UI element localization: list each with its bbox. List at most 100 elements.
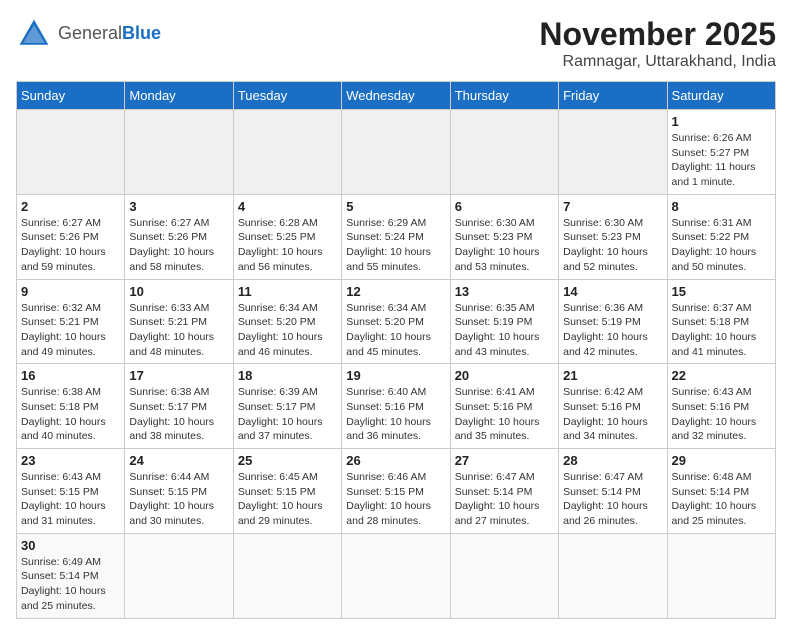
day-info: Sunrise: 6:34 AM Sunset: 5:20 PM Dayligh… <box>238 301 337 360</box>
logo-general: General <box>58 23 122 43</box>
day-number: 14 <box>563 284 662 299</box>
calendar-cell: 10 Sunrise: 6:33 AM Sunset: 5:21 PM Dayli… <box>125 279 233 364</box>
calendar-cell: 22 Sunrise: 6:43 AM Sunset: 5:16 PM Dayli… <box>667 364 775 449</box>
calendar-cell: 8 Sunrise: 6:31 AM Sunset: 5:22 PM Daylig… <box>667 194 775 279</box>
day-info: Sunrise: 6:31 AM Sunset: 5:22 PM Dayligh… <box>672 216 771 275</box>
calendar-cell <box>233 110 341 195</box>
calendar-cell: 11 Sunrise: 6:34 AM Sunset: 5:20 PM Dayli… <box>233 279 341 364</box>
title-area: November 2025 Ramnagar, Uttarakhand, Ind… <box>539 16 776 71</box>
calendar-cell: 5Sunrise: 6:29 AM Sunset: 5:24 PM Daylig… <box>342 194 450 279</box>
calendar-row-4: 23 Sunrise: 6:43 AM Sunset: 5:15 PM Dayli… <box>17 449 776 534</box>
day-number: 3 <box>129 199 228 214</box>
calendar-table: SundayMondayTuesdayWednesdayThursdayFrid… <box>16 81 776 619</box>
day-info: Sunrise: 6:30 AM Sunset: 5:23 PM Dayligh… <box>455 216 554 275</box>
calendar-cell <box>342 110 450 195</box>
day-number: 10 <box>129 284 228 299</box>
calendar-cell: 27Sunrise: 6:47 AM Sunset: 5:14 PM Dayli… <box>450 449 558 534</box>
calendar-cell <box>17 110 125 195</box>
day-info: Sunrise: 6:43 AM Sunset: 5:16 PM Dayligh… <box>672 385 771 444</box>
weekday-header-wednesday: Wednesday <box>342 82 450 110</box>
day-info: Sunrise: 6:30 AM Sunset: 5:23 PM Dayligh… <box>563 216 662 275</box>
weekday-header-friday: Friday <box>559 82 667 110</box>
day-info: Sunrise: 6:38 AM Sunset: 5:17 PM Dayligh… <box>129 385 228 444</box>
day-info: Sunrise: 6:39 AM Sunset: 5:17 PM Dayligh… <box>238 385 337 444</box>
day-number: 22 <box>672 368 771 383</box>
header: GeneralBlue November 2025 Ramnagar, Utta… <box>16 16 776 71</box>
day-number: 8 <box>672 199 771 214</box>
calendar-cell <box>233 533 341 618</box>
day-number: 28 <box>563 453 662 468</box>
calendar-cell: 1Sunrise: 6:26 AM Sunset: 5:27 PM Daylig… <box>667 110 775 195</box>
calendar-cell: 3 Sunrise: 6:27 AM Sunset: 5:26 PM Daylig… <box>125 194 233 279</box>
calendar-cell: 17 Sunrise: 6:38 AM Sunset: 5:17 PM Dayli… <box>125 364 233 449</box>
calendar-cell: 23 Sunrise: 6:43 AM Sunset: 5:15 PM Dayli… <box>17 449 125 534</box>
day-number: 9 <box>21 284 120 299</box>
calendar-cell: 13Sunrise: 6:35 AM Sunset: 5:19 PM Dayli… <box>450 279 558 364</box>
calendar-row-2: 9 Sunrise: 6:32 AM Sunset: 5:21 PM Daylig… <box>17 279 776 364</box>
calendar-cell: 25 Sunrise: 6:45 AM Sunset: 5:15 PM Dayli… <box>233 449 341 534</box>
day-info: Sunrise: 6:41 AM Sunset: 5:16 PM Dayligh… <box>455 385 554 444</box>
calendar-cell: 14 Sunrise: 6:36 AM Sunset: 5:19 PM Dayli… <box>559 279 667 364</box>
day-info: Sunrise: 6:36 AM Sunset: 5:19 PM Dayligh… <box>563 301 662 360</box>
day-info: Sunrise: 6:38 AM Sunset: 5:18 PM Dayligh… <box>21 385 120 444</box>
day-number: 26 <box>346 453 445 468</box>
day-info: Sunrise: 6:48 AM Sunset: 5:14 PM Dayligh… <box>672 470 771 529</box>
day-info: Sunrise: 6:40 AM Sunset: 5:16 PM Dayligh… <box>346 385 445 444</box>
calendar-cell: 28 Sunrise: 6:47 AM Sunset: 5:14 PM Dayli… <box>559 449 667 534</box>
calendar-cell <box>559 533 667 618</box>
calendar-cell: 7 Sunrise: 6:30 AM Sunset: 5:23 PM Daylig… <box>559 194 667 279</box>
calendar-cell <box>559 110 667 195</box>
calendar-cell <box>342 533 450 618</box>
day-number: 27 <box>455 453 554 468</box>
location: Ramnagar, Uttarakhand, India <box>539 53 776 71</box>
calendar-cell: 20 Sunrise: 6:41 AM Sunset: 5:16 PM Dayli… <box>450 364 558 449</box>
day-info: Sunrise: 6:33 AM Sunset: 5:21 PM Dayligh… <box>129 301 228 360</box>
calendar-row-1: 2Sunrise: 6:27 AM Sunset: 5:26 PM Daylig… <box>17 194 776 279</box>
weekday-header-monday: Monday <box>125 82 233 110</box>
calendar-cell: 18 Sunrise: 6:39 AM Sunset: 5:17 PM Dayli… <box>233 364 341 449</box>
day-info: Sunrise: 6:44 AM Sunset: 5:15 PM Dayligh… <box>129 470 228 529</box>
day-info: Sunrise: 6:32 AM Sunset: 5:21 PM Dayligh… <box>21 301 120 360</box>
calendar-cell: 19 Sunrise: 6:40 AM Sunset: 5:16 PM Dayli… <box>342 364 450 449</box>
day-number: 17 <box>129 368 228 383</box>
weekday-header-saturday: Saturday <box>667 82 775 110</box>
weekday-header-thursday: Thursday <box>450 82 558 110</box>
day-number: 23 <box>21 453 120 468</box>
day-number: 11 <box>238 284 337 299</box>
day-number: 15 <box>672 284 771 299</box>
day-info: Sunrise: 6:42 AM Sunset: 5:16 PM Dayligh… <box>563 385 662 444</box>
day-number: 21 <box>563 368 662 383</box>
day-info: Sunrise: 6:43 AM Sunset: 5:15 PM Dayligh… <box>21 470 120 529</box>
calendar-cell <box>450 533 558 618</box>
day-info: Sunrise: 6:26 AM Sunset: 5:27 PM Dayligh… <box>672 131 771 190</box>
calendar-cell: 30Sunrise: 6:49 AM Sunset: 5:14 PM Dayli… <box>17 533 125 618</box>
day-number: 7 <box>563 199 662 214</box>
calendar-row-0: 1Sunrise: 6:26 AM Sunset: 5:27 PM Daylig… <box>17 110 776 195</box>
calendar-cell <box>667 533 775 618</box>
calendar-cell: 6Sunrise: 6:30 AM Sunset: 5:23 PM Daylig… <box>450 194 558 279</box>
day-number: 24 <box>129 453 228 468</box>
day-number: 20 <box>455 368 554 383</box>
weekday-header-sunday: Sunday <box>17 82 125 110</box>
day-info: Sunrise: 6:46 AM Sunset: 5:15 PM Dayligh… <box>346 470 445 529</box>
day-info: Sunrise: 6:37 AM Sunset: 5:18 PM Dayligh… <box>672 301 771 360</box>
month-title: November 2025 <box>539 16 776 53</box>
day-number: 19 <box>346 368 445 383</box>
day-info: Sunrise: 6:47 AM Sunset: 5:14 PM Dayligh… <box>563 470 662 529</box>
calendar-cell <box>125 533 233 618</box>
day-number: 25 <box>238 453 337 468</box>
weekday-header-tuesday: Tuesday <box>233 82 341 110</box>
logo-text: GeneralBlue <box>58 24 161 44</box>
day-number: 16 <box>21 368 120 383</box>
day-number: 12 <box>346 284 445 299</box>
calendar-cell <box>125 110 233 195</box>
day-info: Sunrise: 6:27 AM Sunset: 5:26 PM Dayligh… <box>129 216 228 275</box>
day-number: 29 <box>672 453 771 468</box>
calendar-cell: 9 Sunrise: 6:32 AM Sunset: 5:21 PM Daylig… <box>17 279 125 364</box>
day-number: 18 <box>238 368 337 383</box>
weekday-header-row: SundayMondayTuesdayWednesdayThursdayFrid… <box>17 82 776 110</box>
day-info: Sunrise: 6:45 AM Sunset: 5:15 PM Dayligh… <box>238 470 337 529</box>
day-number: 13 <box>455 284 554 299</box>
day-info: Sunrise: 6:29 AM Sunset: 5:24 PM Dayligh… <box>346 216 445 275</box>
calendar-cell: 29 Sunrise: 6:48 AM Sunset: 5:14 PM Dayli… <box>667 449 775 534</box>
